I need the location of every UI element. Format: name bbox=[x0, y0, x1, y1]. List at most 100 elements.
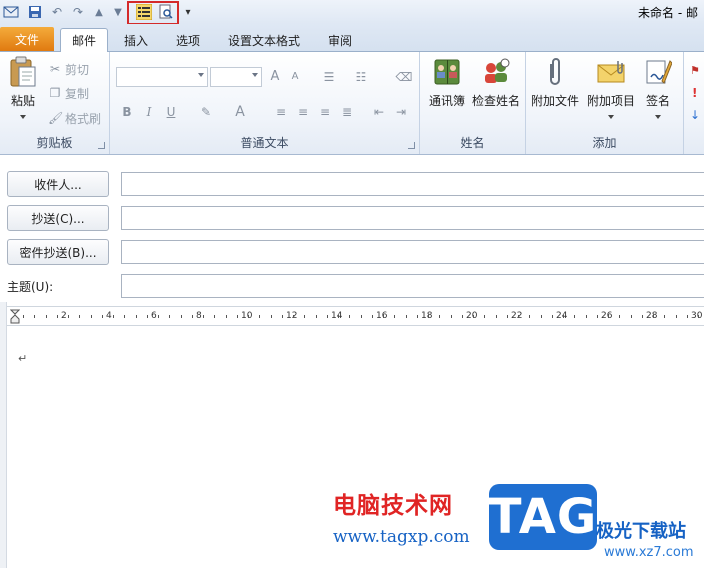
paste-icon bbox=[7, 56, 39, 88]
ruler-tick bbox=[214, 315, 216, 318]
basic-text-dialog-launcher-icon[interactable] bbox=[408, 142, 415, 149]
ruler-scale: 2 4 6 8 10 12 14 16 18 20 22 24 26 28 30 bbox=[21, 311, 704, 322]
ruler-label: 2 bbox=[61, 311, 67, 321]
font-name-combo[interactable] bbox=[116, 67, 208, 87]
decrease-indent-icon[interactable]: ⇤ bbox=[370, 102, 388, 122]
align-center-icon[interactable]: ≡ bbox=[294, 102, 312, 122]
grow-font-button[interactable]: A bbox=[266, 67, 284, 87]
copy-label: 复制 bbox=[65, 86, 90, 101]
basic-text-group: A A ☰ ☷ ⌫ B I U ✎ A ≡ ≡ ≡ ≣ ⇤ ⇥ 普通文本 bbox=[110, 52, 420, 154]
attach-item-dropdown-icon[interactable] bbox=[608, 115, 614, 119]
bcc-button[interactable]: 密件抄送(B)... bbox=[7, 239, 109, 265]
to-field[interactable] bbox=[121, 172, 704, 196]
numbering-icon[interactable]: ☷ bbox=[350, 67, 372, 87]
highlight-icon[interactable]: ✎ bbox=[194, 102, 218, 122]
cut-button[interactable]: ✂ 剪切 bbox=[48, 59, 89, 79]
ruler-tick bbox=[518, 315, 519, 318]
paragraph-mark: ↵ bbox=[18, 352, 28, 365]
ruler-tick bbox=[236, 315, 238, 318]
customize-qat-icon[interactable]: ▾ bbox=[182, 3, 194, 21]
increase-indent-icon[interactable]: ⇥ bbox=[392, 102, 410, 122]
bullets-icon[interactable]: ☰ bbox=[318, 67, 340, 87]
ruler-tick bbox=[653, 315, 654, 318]
ruler-label: 26 bbox=[601, 311, 613, 321]
tab-review[interactable]: 审阅 bbox=[320, 29, 360, 52]
window-title: 未命名 - 邮 bbox=[638, 6, 698, 20]
bold-button[interactable]: B bbox=[118, 102, 136, 122]
ruler-tick bbox=[529, 315, 531, 318]
low-importance-icon[interactable]: ↓ bbox=[690, 108, 700, 122]
ruler-tick bbox=[551, 315, 553, 318]
font-size-dropdown-icon[interactable] bbox=[252, 73, 258, 77]
follow-up-flag-icon[interactable]: ⚑ bbox=[690, 64, 700, 77]
align-left-icon[interactable]: ≡ bbox=[272, 102, 290, 122]
tab-mail[interactable]: 邮件 bbox=[60, 28, 108, 52]
copy-button[interactable]: ❐ 复制 bbox=[48, 83, 89, 103]
ruler-tick bbox=[664, 315, 666, 318]
ruler-tick bbox=[315, 315, 317, 318]
tab-insert[interactable]: 插入 bbox=[116, 29, 156, 52]
save-icon[interactable] bbox=[26, 3, 44, 21]
names-group-label: 姓名 bbox=[460, 136, 485, 150]
ruler-tick bbox=[428, 315, 429, 318]
cc-button[interactable]: 抄送(C)... bbox=[7, 205, 109, 231]
include-group-label: 添加 bbox=[592, 136, 617, 150]
align-right-icon[interactable]: ≡ bbox=[316, 102, 334, 122]
font-name-dropdown-icon[interactable] bbox=[198, 73, 204, 77]
ruler-label: 4 bbox=[106, 311, 112, 321]
ribbon-tabs: 文件 邮件 插入 选项 设置文本格式 审阅 bbox=[0, 24, 704, 52]
signature-button[interactable]: 签名 bbox=[638, 56, 678, 119]
redo-icon[interactable]: ↷ bbox=[70, 3, 86, 21]
ruler-tick bbox=[540, 315, 542, 318]
attach-file-button[interactable]: 附加文件 bbox=[528, 56, 582, 109]
ruler-label: 12 bbox=[286, 311, 298, 321]
ruler-tick bbox=[686, 315, 688, 318]
ruler-tick bbox=[68, 315, 69, 318]
check-names-button[interactable]: 检查姓名 bbox=[470, 56, 522, 109]
ruler-tick bbox=[259, 315, 261, 318]
ruler-label: 10 bbox=[241, 311, 253, 321]
bcc-field[interactable] bbox=[121, 240, 704, 264]
clipboard-group-label: 剪贴板 bbox=[36, 136, 73, 150]
font-size-combo[interactable] bbox=[210, 67, 262, 87]
address-book-button[interactable]: 通讯簿 bbox=[425, 56, 469, 109]
ruler-tick bbox=[135, 315, 137, 318]
address-book-label: 通讯簿 bbox=[428, 94, 465, 108]
clipboard-dialog-launcher-icon[interactable] bbox=[98, 142, 105, 149]
signature-dropdown-icon[interactable] bbox=[655, 115, 661, 119]
format-painter-button[interactable]: 🖌 格式刷 bbox=[48, 108, 101, 128]
attach-item-button[interactable]: 附加项目 bbox=[584, 56, 638, 119]
horizontal-ruler[interactable]: 2 4 6 8 10 12 14 16 18 20 22 24 26 28 30 bbox=[7, 306, 704, 326]
ruler-tick bbox=[169, 315, 171, 318]
paste-dropdown-icon[interactable] bbox=[20, 115, 26, 119]
outlook-app-icon[interactable] bbox=[2, 3, 20, 21]
ruler-tick bbox=[146, 315, 148, 318]
high-importance-icon[interactable]: ! bbox=[692, 86, 697, 100]
ruler-tick bbox=[585, 315, 587, 318]
subject-field[interactable] bbox=[121, 274, 704, 298]
highlight-box bbox=[127, 1, 179, 25]
cc-field[interactable] bbox=[121, 206, 704, 230]
font-color-button[interactable]: A bbox=[230, 102, 250, 122]
ruler-tick bbox=[641, 315, 643, 318]
undo-icon[interactable]: ↶ bbox=[49, 3, 65, 21]
to-button[interactable]: 收件人... bbox=[7, 171, 109, 197]
signature-icon bbox=[642, 56, 674, 88]
shrink-font-button[interactable]: A bbox=[286, 67, 304, 87]
ruler-label: 20 bbox=[466, 311, 478, 321]
paste-button[interactable]: 粘贴 bbox=[6, 56, 40, 119]
ruler-tick bbox=[416, 315, 418, 318]
tab-format-text[interactable]: 设置文本格式 bbox=[222, 29, 306, 52]
italic-button[interactable]: I bbox=[140, 102, 158, 122]
ruler-tick bbox=[349, 315, 351, 318]
clear-formatting-icon[interactable]: ⌫ bbox=[394, 67, 414, 87]
indent-marker-icon[interactable] bbox=[9, 309, 21, 324]
ruler-tick bbox=[371, 315, 373, 318]
underline-button[interactable]: U bbox=[162, 102, 180, 122]
justify-icon[interactable]: ≣ bbox=[338, 102, 356, 122]
previous-item-icon[interactable]: ▲ bbox=[92, 3, 106, 21]
tab-options[interactable]: 选项 bbox=[168, 29, 208, 52]
next-item-icon[interactable]: ▼ bbox=[111, 3, 125, 21]
tab-file[interactable]: 文件 bbox=[0, 27, 54, 51]
check-names-label: 检查姓名 bbox=[471, 94, 520, 108]
